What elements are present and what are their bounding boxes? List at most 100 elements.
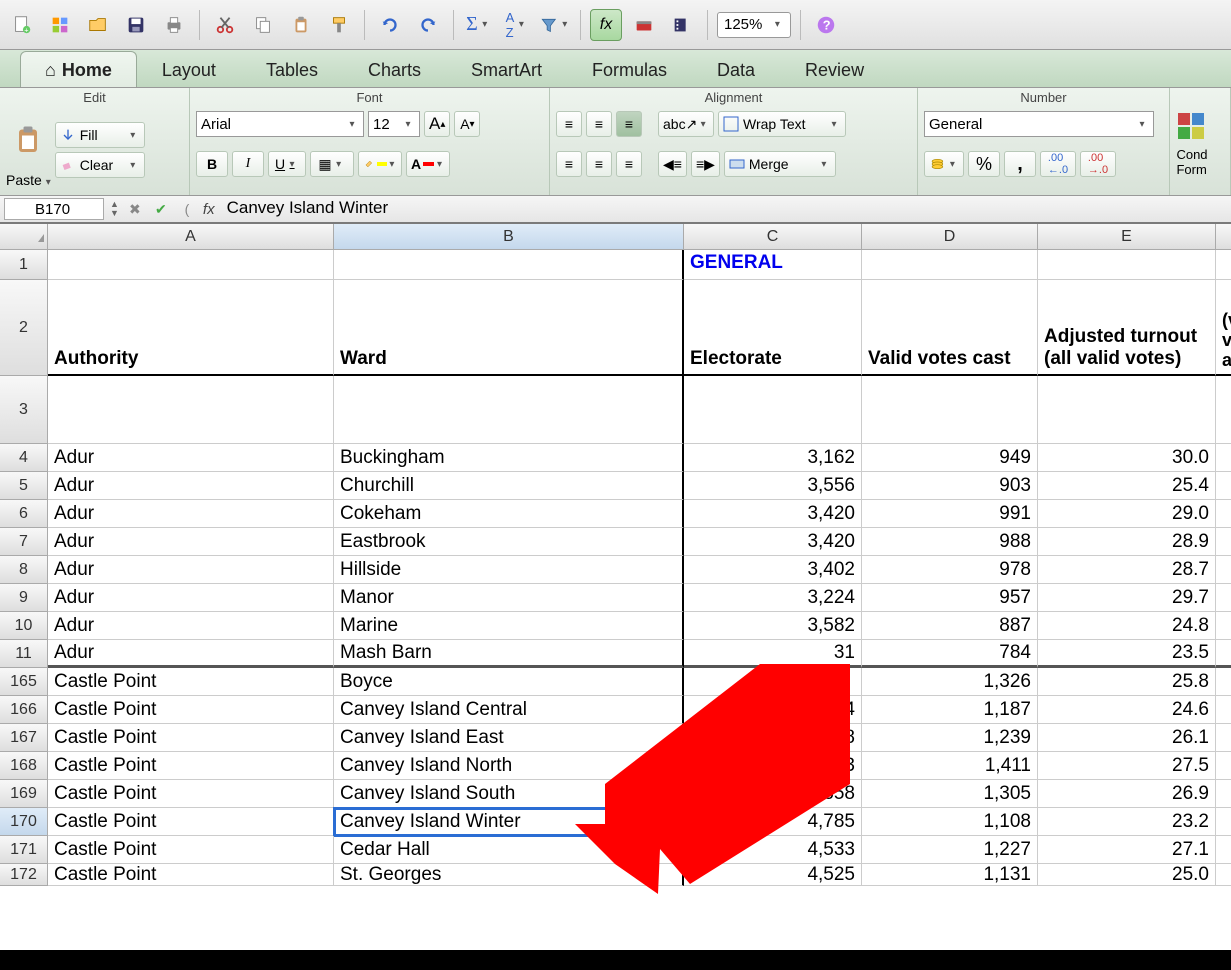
print-icon[interactable] [158, 9, 190, 41]
cell[interactable] [1216, 584, 1231, 612]
currency-button[interactable]: ▾ [924, 151, 964, 177]
shrink-font-icon[interactable]: A▾ [454, 111, 480, 137]
cell[interactable]: 5,123 [684, 752, 862, 780]
cell[interactable]: Adjusted turnout (all valid votes) [1038, 280, 1216, 376]
select-all-corner[interactable] [0, 224, 48, 250]
cell[interactable] [1038, 376, 1216, 444]
tab-home[interactable]: ⌂Home [20, 51, 137, 87]
autosum-icon[interactable]: Σ▾ [463, 9, 495, 41]
row-header-8[interactable]: 8 [0, 556, 48, 584]
media-icon[interactable] [666, 9, 698, 41]
cell[interactable]: 1,227 [862, 836, 1038, 864]
cell[interactable]: 3,420 [684, 528, 862, 556]
cell[interactable]: 25.8 [1038, 668, 1216, 696]
cell[interactable]: 1,239 [862, 724, 1038, 752]
cell[interactable]: Mash Barn [334, 640, 684, 668]
col-header-F[interactable] [1216, 224, 1231, 250]
cell[interactable]: Castle Point [48, 808, 334, 836]
cell[interactable]: 1,305 [862, 780, 1038, 808]
cell[interactable]: Electorate [684, 280, 862, 376]
cell[interactable]: Ward [334, 280, 684, 376]
tab-review[interactable]: Review [780, 51, 889, 87]
name-box-stepper[interactable]: ▲▼ [110, 200, 119, 218]
cell[interactable]: 3,582 [684, 612, 862, 640]
row-header-168[interactable]: 168 [0, 752, 48, 780]
wrap-text-button[interactable]: Wrap Text▾ [718, 111, 846, 137]
cell[interactable] [1216, 444, 1231, 472]
cell[interactable]: 29.0 [1038, 500, 1216, 528]
tab-tables[interactable]: Tables [241, 51, 343, 87]
cell[interactable]: 3,162 [684, 444, 862, 472]
cell[interactable] [1216, 528, 1231, 556]
cell[interactable] [862, 376, 1038, 444]
cell[interactable] [48, 250, 334, 280]
cell[interactable]: 23.2 [1038, 808, 1216, 836]
cell[interactable]: Adur [48, 528, 334, 556]
save-icon[interactable] [120, 9, 152, 41]
cell[interactable]: 24.8 [1038, 612, 1216, 640]
cell[interactable]: Canvey Island Central [334, 696, 684, 724]
template-icon[interactable] [44, 9, 76, 41]
cell[interactable] [48, 376, 334, 444]
tab-formulas[interactable]: Formulas [567, 51, 692, 87]
row-header-165[interactable]: 165 [0, 668, 48, 696]
cell[interactable] [1216, 808, 1231, 836]
cell[interactable]: 26.1 [1038, 724, 1216, 752]
cell[interactable]: 903 [862, 472, 1038, 500]
cell[interactable] [1216, 612, 1231, 640]
cancel-formula-icon[interactable]: ✖ [125, 199, 145, 219]
cell[interactable]: 4,858 [684, 780, 862, 808]
cell[interactable]: 988 [862, 528, 1038, 556]
row-header-11[interactable]: 11 [0, 640, 48, 668]
cell[interactable]: 3,402 [684, 556, 862, 584]
formula-paren-icon[interactable]: ( [177, 199, 197, 219]
paste-button[interactable] [6, 112, 50, 168]
row-header-170[interactable]: 170 [0, 808, 48, 836]
cell[interactable]: 957 [862, 584, 1038, 612]
zoom-level[interactable]: 125%▾ [717, 12, 791, 38]
cell[interactable]: Canvey Island Winter [334, 808, 684, 836]
align-top-icon[interactable]: ≡ [556, 111, 582, 137]
cell[interactable]: Churchill [334, 472, 684, 500]
row-header-9[interactable]: 9 [0, 584, 48, 612]
cell[interactable]: Canvey Island North [334, 752, 684, 780]
border-button[interactable]: ▦▾ [310, 151, 354, 177]
cell[interactable]: GENERAL [684, 250, 862, 280]
cell[interactable] [1216, 640, 1231, 668]
cell[interactable]: Castle Point [48, 780, 334, 808]
column-headers[interactable]: A B C D E [48, 224, 1231, 250]
cell[interactable]: Castle Point [48, 696, 334, 724]
cell[interactable]: 4,525 [684, 864, 862, 886]
redo-icon[interactable] [412, 9, 444, 41]
format-painter-icon[interactable] [323, 9, 355, 41]
tab-layout[interactable]: Layout [137, 51, 241, 87]
font-color-button[interactable]: A▾ [406, 151, 450, 177]
italic-button[interactable]: I [232, 151, 264, 177]
cell[interactable]: Castle Point [48, 724, 334, 752]
cell[interactable]: Adur [48, 444, 334, 472]
clear-button[interactable]: Clear▾ [55, 152, 145, 178]
cell[interactable] [1216, 696, 1231, 724]
show-formula-bar-icon[interactable]: fx [590, 9, 622, 41]
cell[interactable]: Boyce [334, 668, 684, 696]
col-header-D[interactable]: D [862, 224, 1038, 250]
align-left-icon[interactable]: ≡ [556, 151, 582, 177]
undo-icon[interactable] [374, 9, 406, 41]
cell[interactable] [1216, 250, 1231, 280]
cell[interactable]: Buckingham [334, 444, 684, 472]
grow-font-icon[interactable]: A▴ [424, 111, 450, 137]
cell[interactable]: Manor [334, 584, 684, 612]
cell[interactable] [334, 250, 684, 280]
cut-icon[interactable] [209, 9, 241, 41]
tab-data[interactable]: Data [692, 51, 780, 87]
row-header-6[interactable]: 6 [0, 500, 48, 528]
cell[interactable] [1216, 864, 1231, 886]
col-header-E[interactable]: E [1038, 224, 1216, 250]
cell[interactable]: 1,108 [862, 808, 1038, 836]
cell[interactable]: Marine [334, 612, 684, 640]
row-header-167[interactable]: 167 [0, 724, 48, 752]
conditional-format-icon[interactable] [1176, 111, 1208, 143]
cell[interactable] [1216, 836, 1231, 864]
cell[interactable]: St. Georges [334, 864, 684, 886]
merge-button[interactable]: Merge▾ [724, 151, 836, 177]
